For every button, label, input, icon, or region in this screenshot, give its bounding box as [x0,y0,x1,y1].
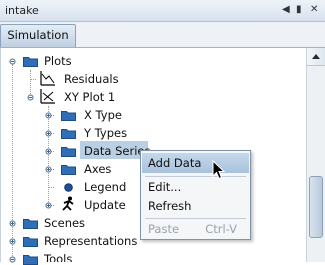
tree-label: Plots [44,54,72,68]
close-button[interactable]: ✕ [310,3,318,17]
folder-icon [61,147,76,157]
mouse-cursor-icon [212,160,226,180]
collapsed-node-icon[interactable] [45,130,52,137]
legend-bullet-icon [64,183,73,192]
menu-item-paste[interactable]: Paste Ctrl-V [142,219,249,239]
menu-item-add-data[interactable]: Add Data [142,153,249,173]
menu-item-refresh[interactable]: Refresh [142,196,249,216]
folder-icon [23,255,38,265]
tree-item-y-types[interactable]: Y Types [84,124,144,142]
tree-item-data-series[interactable]: Data Series [84,142,150,160]
tree-label: Axes [84,162,112,176]
tree-item-update[interactable]: Update [84,196,134,214]
tree-label: Representations [44,234,138,248]
scroll-up-button[interactable] [307,48,325,66]
restore-button[interactable]: ▮ [296,3,302,17]
tree-item-residuals[interactable]: Residuals [64,70,124,88]
menu-item-shortcut: Ctrl-V [205,222,237,236]
tree-label: Scenes [44,216,86,230]
running-figure-icon [62,196,74,211]
tab-simulation[interactable]: Simulation [0,24,76,47]
folder-icon [23,237,38,247]
tree-item-representations[interactable]: Representations [44,232,144,250]
menu-item-label: Paste [148,222,180,236]
menu-item-label: Refresh [148,199,192,213]
tree-item-axes[interactable]: Axes [84,160,134,178]
folder-icon [61,165,76,175]
expanded-node-icon[interactable] [27,94,34,101]
tree-item-legend[interactable]: Legend [84,178,134,196]
xy-plot-icon [40,89,55,104]
tree-item-plots[interactable]: Plots [44,52,104,70]
expanded-node-icon[interactable] [9,58,16,65]
collapsed-node-icon[interactable] [9,238,16,245]
collapsed-node-icon[interactable] [9,220,16,227]
collapsed-node-icon[interactable] [45,202,52,209]
pin-button[interactable]: ◀ [282,3,290,17]
tree-label: Y Types [84,126,128,140]
folder-icon [23,57,38,67]
tree-item-scenes[interactable]: Scenes [44,214,104,232]
menu-item-edit[interactable]: Edit... [142,177,249,197]
tree-line [12,64,13,262]
arrow-up-icon [312,54,320,59]
collapsed-node-icon[interactable] [45,166,52,173]
collapsed-node-icon[interactable] [45,112,52,119]
window-title: intake [5,4,39,17]
tree-label: Update [84,198,126,212]
tree-item-tools[interactable]: Tools [44,250,94,262]
folder-icon [23,219,38,229]
tree-label: Residuals [64,72,119,86]
tree-label: XY Plot 1 [64,90,116,104]
folder-icon [61,129,76,139]
menu-item-label: Add Data [148,156,202,170]
vertical-scrollbar[interactable] [306,48,325,262]
scrollbar-thumb[interactable] [309,176,323,238]
tab-bar: Simulation [0,22,325,48]
tree-label: Tools [44,252,73,262]
menu-item-label: Edit... [148,180,182,194]
residuals-plot-icon [40,71,55,86]
tree-line [48,187,54,188]
context-menu: Add Data Edit... Refresh Paste Ctrl-V [140,150,251,240]
tree-label: Legend [84,180,127,194]
tree-line [48,106,49,206]
folder-icon [61,111,76,121]
collapsed-node-icon[interactable] [45,148,52,155]
tree-line [30,79,36,80]
tree-item-xy-plot-1[interactable]: XY Plot 1 [64,88,124,106]
tree-item-x-type[interactable]: X Type [84,106,144,124]
window-titlebar: intake ◀ ▮ ✕ [0,0,325,22]
tree-label: X Type [84,108,122,122]
